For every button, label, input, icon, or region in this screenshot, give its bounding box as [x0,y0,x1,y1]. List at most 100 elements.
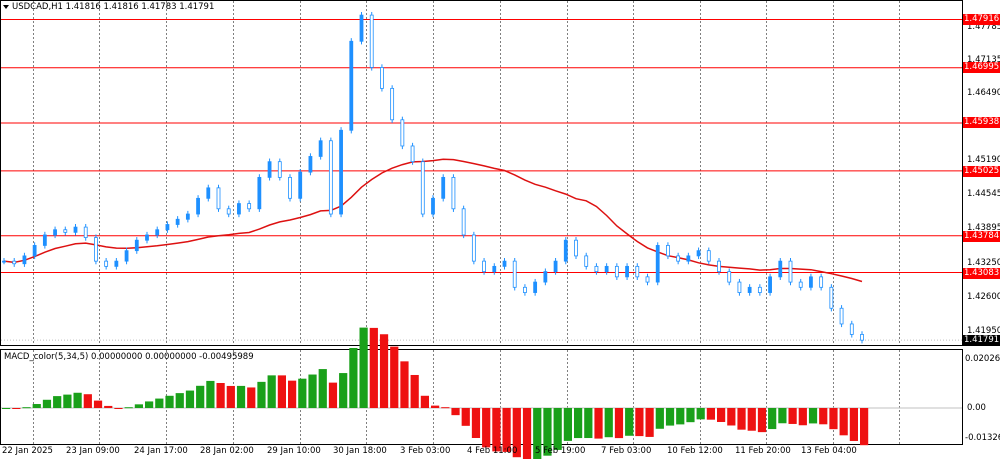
macd-bar [808,408,818,424]
macd-bar [706,408,715,420]
macd-bar [236,385,246,408]
candle-body [512,260,517,288]
price-tick: 1.42600 [967,292,1000,302]
macd-bar [288,380,297,408]
candle-body [42,234,47,246]
price-tick: 1.46490 [967,88,1000,98]
candle-body [267,161,272,178]
candle-body [339,129,343,215]
level-price-tag: 1.45938 [963,117,1000,128]
macd-bar [747,408,756,431]
candle-body [451,176,456,210]
macd-bar [553,408,562,450]
symbol-info-text: USDCAD,H1 1.41816 1.41816 1.41783 1.4179… [12,2,215,12]
macd-bar [778,408,787,424]
macd-bar [451,408,460,416]
macd-bar [819,408,828,425]
candle-body [155,229,160,236]
price-tick: 1.43250 [967,258,1000,268]
level-price-tag: 1.46995 [963,62,1000,73]
candle-body [216,187,221,210]
candle-body [533,281,538,293]
level-price-tag: 1.45025 [963,166,1000,177]
time-tick: 23 Jan 09:00 [66,446,120,456]
candle-body [226,208,231,215]
level-price-tag: 1.47916 [963,14,1000,25]
macd-bar [308,374,317,408]
time-tick: 28 Jan 02:00 [200,446,254,456]
candle-body [124,250,129,262]
time-tick: 30 Jan 18:00 [333,446,387,456]
candle-body [12,260,17,265]
candle-body [308,156,313,173]
macd-bar [737,408,746,430]
macd-bar [206,380,215,408]
candle-body [809,276,813,288]
horizontal-levels[interactable] [1,19,962,341]
macd-bar [379,334,389,408]
candle-body [839,307,844,325]
candle-body [185,213,190,220]
macd-bar [563,408,572,441]
candle-body [686,255,691,262]
symbol-info: USDCAD,H1 1.41816 1.41816 1.41783 1.4179… [4,2,214,12]
candle-body [696,250,701,257]
candle-body [73,226,78,233]
macd-bar [482,408,491,448]
macd-bar [420,395,429,408]
macd-bar [471,408,481,438]
time-tick: 24 Jan 17:00 [134,446,188,456]
time-tick: 11 Feb 20:00 [735,446,791,456]
macd-bar [431,405,440,408]
macd-bar [727,408,736,426]
level-price-tag: 1.43083 [963,268,1000,279]
candle-body [114,260,119,267]
macd-bar [788,408,797,424]
macd-bar [849,408,858,441]
candle-body [349,40,354,131]
candle-body [523,286,527,293]
candle-body [145,234,149,241]
macd-bar [22,407,31,409]
chart-canvas[interactable] [0,0,1000,459]
macd-axis-zero: 0.00 [967,403,986,413]
price-tick: 1.44545 [967,189,1000,199]
macd-bar [165,395,174,408]
candle-body [369,14,374,68]
candle-body [288,176,292,199]
candle-body [635,265,640,278]
macd-bar [369,327,378,408]
macd-bar [339,373,348,408]
macd-bar [93,400,103,408]
macd-bar [145,401,154,408]
time-tick: 4 Feb 11:00 [467,446,518,456]
candle-body [53,229,57,236]
candle-body [625,265,629,278]
macd-indicator-title: MACD_color(5,34,5) 0.00000000 0.00000000… [4,352,254,362]
candle-body [328,140,333,215]
candle-body [298,171,303,199]
macd-bar [717,408,726,422]
macd-pane-border [0,349,963,445]
macd-axis-bottom: -0.0132619 [965,433,1000,443]
candle-body [492,265,497,273]
candle-body [134,239,139,252]
macd-bar [839,408,848,436]
candle-body [543,271,548,283]
candle-body [318,140,323,157]
candle-body [83,226,88,238]
candle-body [727,271,732,283]
macd-bar [359,327,368,408]
candle-body [860,334,864,341]
macd-bar [492,408,501,452]
macd-bar [277,375,286,408]
macd-bar [114,408,123,409]
macd-bar [390,346,399,408]
candle-body [676,255,681,262]
candle-body [206,187,211,199]
candle-body [237,203,241,215]
candle-body [2,260,6,263]
candle-body [788,260,793,283]
candle-body [420,161,425,215]
macd-bar [574,408,583,439]
